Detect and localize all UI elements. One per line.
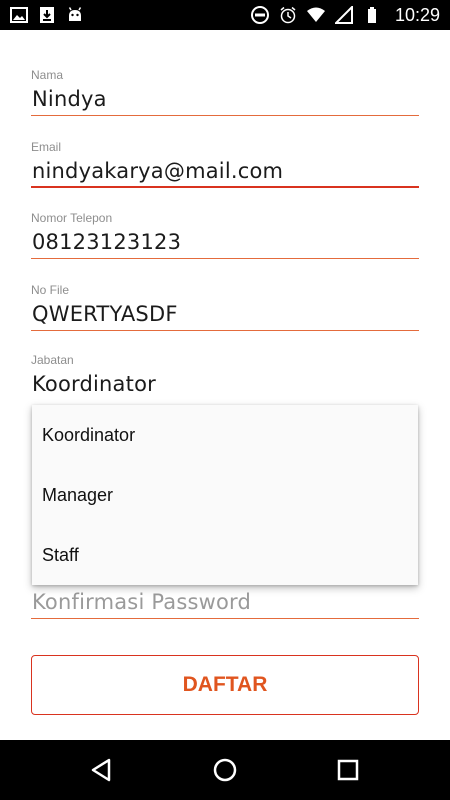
phone-field[interactable]: Nomor Telepon 08123123123 (31, 211, 419, 259)
download-icon (38, 6, 56, 24)
dropdown-option-koordinator[interactable]: Koordinator (32, 405, 418, 465)
no-file-input[interactable]: QWERTYASDF (31, 297, 419, 331)
image-icon (10, 6, 28, 24)
email-label: Email (31, 140, 62, 154)
signal-icon (333, 4, 353, 24)
dropdown-option-manager[interactable]: Manager (32, 465, 418, 525)
phone-input[interactable]: 08123123123 (31, 225, 419, 259)
nama-label: Nama (31, 68, 64, 82)
confirm-password-field[interactable]: Konfirmasi Password (31, 585, 419, 619)
recents-icon[interactable] (333, 755, 363, 785)
back-icon[interactable] (87, 755, 117, 785)
phone-label: Nomor Telepon (31, 211, 113, 225)
dnd-icon (250, 6, 269, 24)
wifi-icon (306, 6, 325, 24)
no-file-label: No File (31, 283, 70, 297)
confirm-password-input[interactable]: Konfirmasi Password (31, 585, 419, 619)
home-icon[interactable] (210, 755, 240, 785)
jabatan-field[interactable]: Jabatan Koordinator (31, 353, 419, 401)
dropdown-option-staff[interactable]: Staff (32, 525, 418, 585)
android-icon (66, 6, 84, 24)
jabatan-dropdown: Koordinator Manager Staff (32, 405, 418, 585)
jabatan-label: Jabatan (31, 353, 74, 367)
nama-input[interactable]: Nindya (31, 82, 419, 116)
nama-field[interactable]: Nama Nindya (31, 68, 419, 116)
email-input[interactable]: nindyakarya@mail.com (31, 154, 419, 188)
status-time: 10:29 (394, 4, 440, 25)
email-field[interactable]: Email nindyakarya@mail.com (31, 140, 419, 188)
status-left-icons (10, 6, 84, 24)
status-right-icons: 10:29 (250, 4, 440, 26)
daftar-button[interactable]: DAFTAR (31, 655, 419, 715)
alarm-icon (279, 6, 297, 24)
jabatan-select[interactable]: Koordinator (31, 367, 419, 401)
no-file-field[interactable]: No File QWERTYASDF (31, 283, 419, 331)
status-bar: 10:29 (0, 0, 450, 30)
battery-icon (363, 6, 381, 24)
nav-bar (0, 740, 450, 800)
